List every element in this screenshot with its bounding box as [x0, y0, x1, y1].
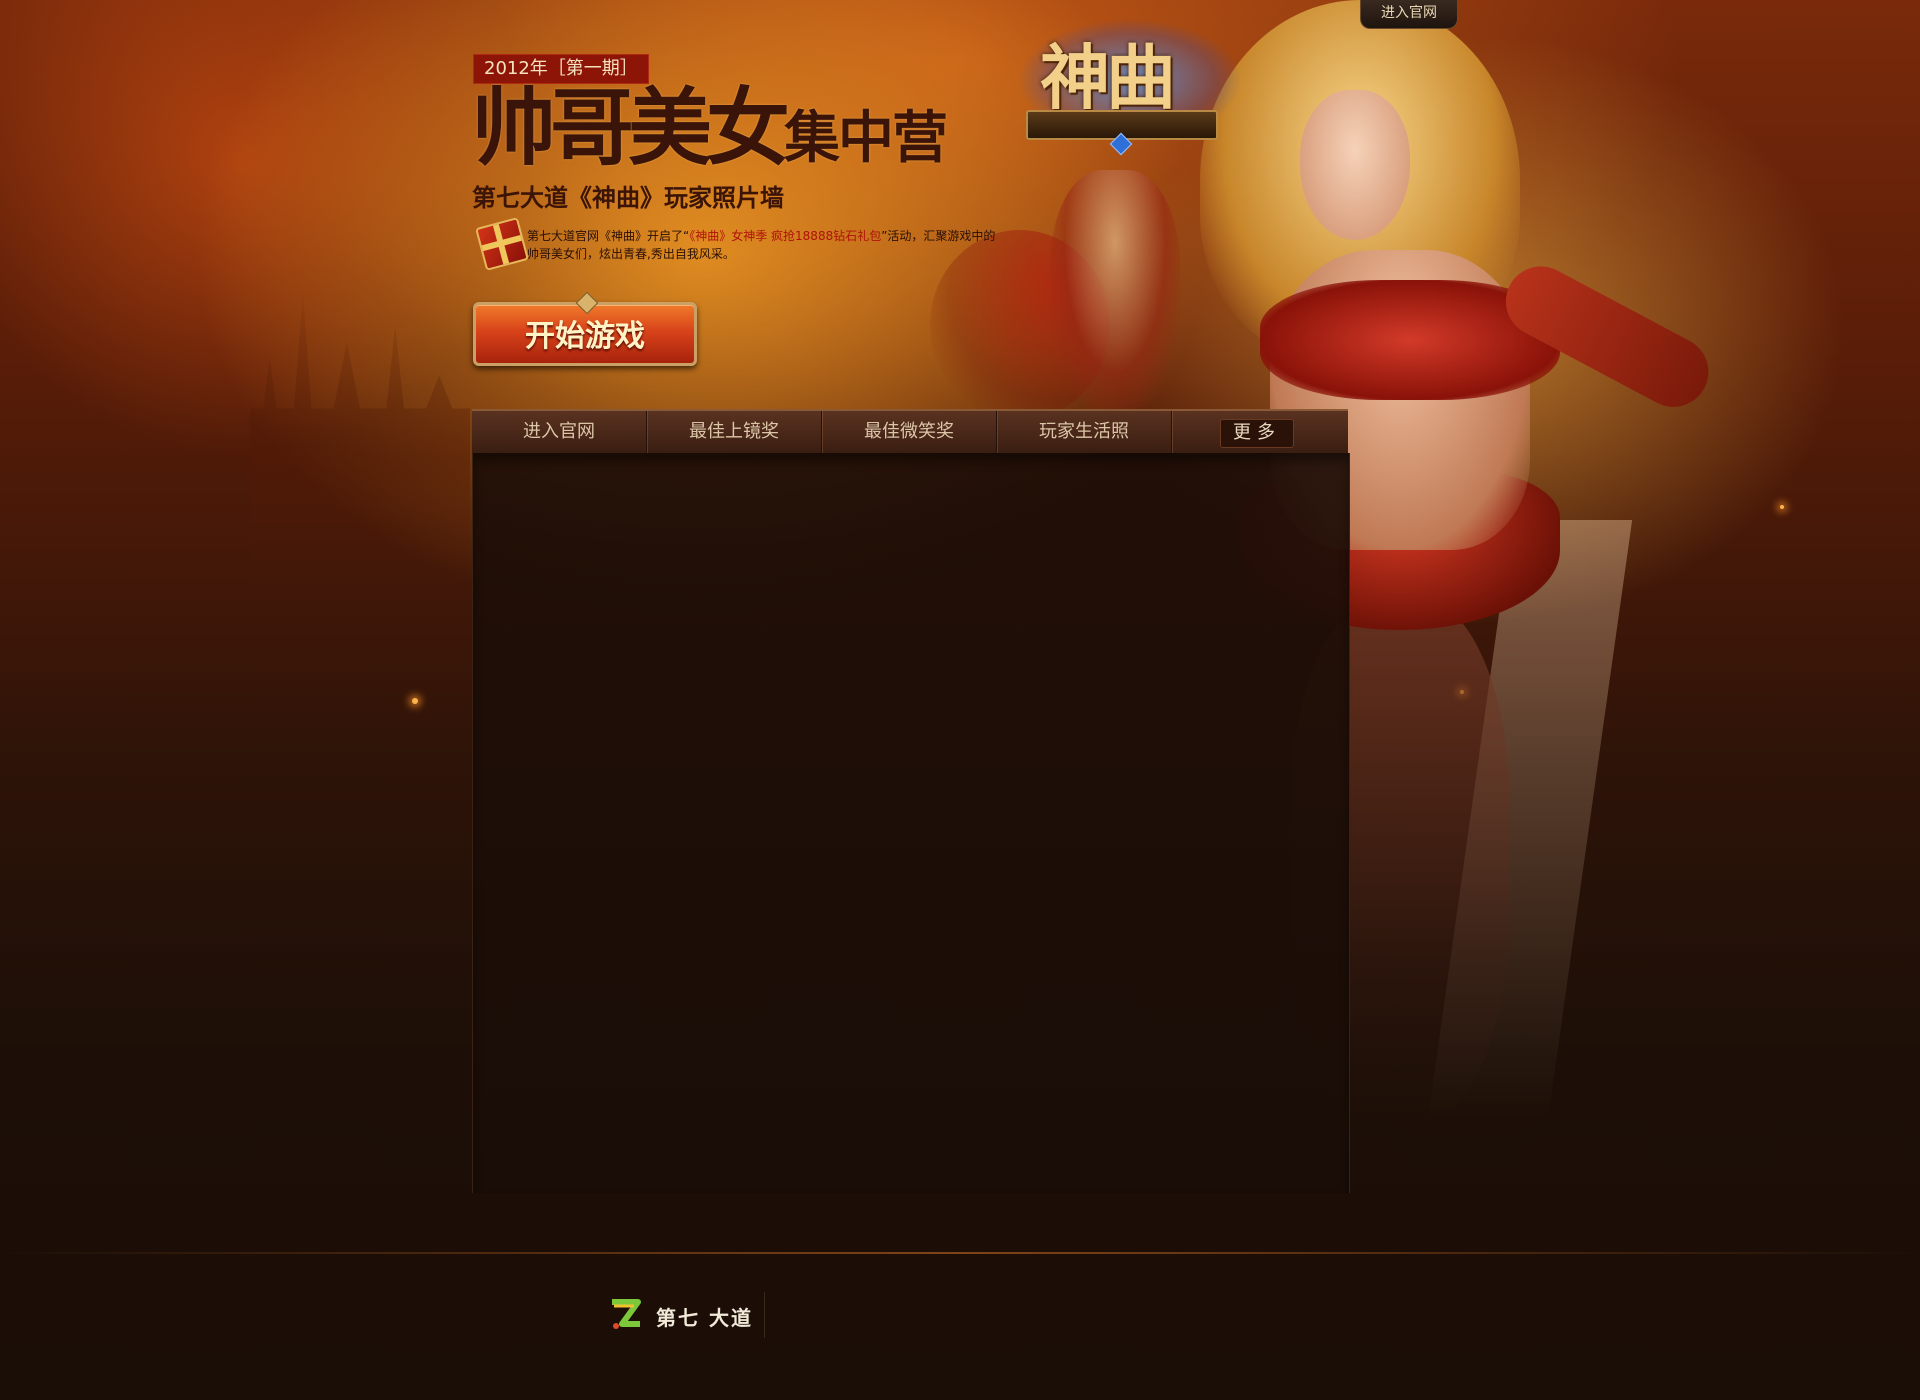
nav-best-smile[interactable]: 最佳微笑奖: [822, 411, 997, 453]
nav-player-life-photos[interactable]: 玩家生活照: [997, 411, 1172, 453]
top-enter-official-link[interactable]: 进入官网: [1360, 0, 1458, 29]
ember-spark: [1780, 505, 1784, 509]
title-big: 帅哥美女: [472, 79, 790, 177]
footer-divider: [764, 1292, 765, 1338]
ember-spark: [412, 698, 418, 704]
company-brand-text[interactable]: 第七 大道: [656, 1302, 753, 1331]
footer-divider-line: [0, 1252, 1920, 1254]
desc-highlight-link[interactable]: 《神曲》女神季 疯抢18888钻石礼包: [689, 229, 881, 243]
start-game-label: 开始游戏: [525, 319, 645, 354]
character-face: [1300, 90, 1410, 240]
game-logo[interactable]: 神曲: [1020, 10, 1240, 160]
page-title: 帅哥美女集中营: [472, 86, 948, 171]
photo-wall-panel: [472, 453, 1350, 1193]
page-subtitle: 第七大道《神曲》玩家照片墙: [472, 184, 784, 212]
start-game-button[interactable]: 开始游戏: [473, 291, 697, 366]
desc-prefix: 第七大道官网《神曲》开启了“: [527, 229, 690, 243]
male-hero-figure: [1050, 170, 1180, 410]
nav-enter-official[interactable]: 进入官网: [472, 411, 647, 453]
event-description: 第七大道官网《神曲》开启了“《神曲》女神季 疯抢18888钻石礼包”活动，汇聚游…: [527, 227, 997, 263]
logo-text: 神曲: [1040, 36, 1176, 119]
title-small: 集中营: [784, 106, 948, 171]
nav-best-photogenic[interactable]: 最佳上镜奖: [647, 411, 822, 453]
nav-more-button[interactable]: 更多: [1220, 419, 1294, 448]
company-logo-icon[interactable]: [608, 1296, 644, 1332]
category-nav: 进入官网 最佳上镜奖 最佳微笑奖 玩家生活照 更多: [472, 409, 1348, 453]
